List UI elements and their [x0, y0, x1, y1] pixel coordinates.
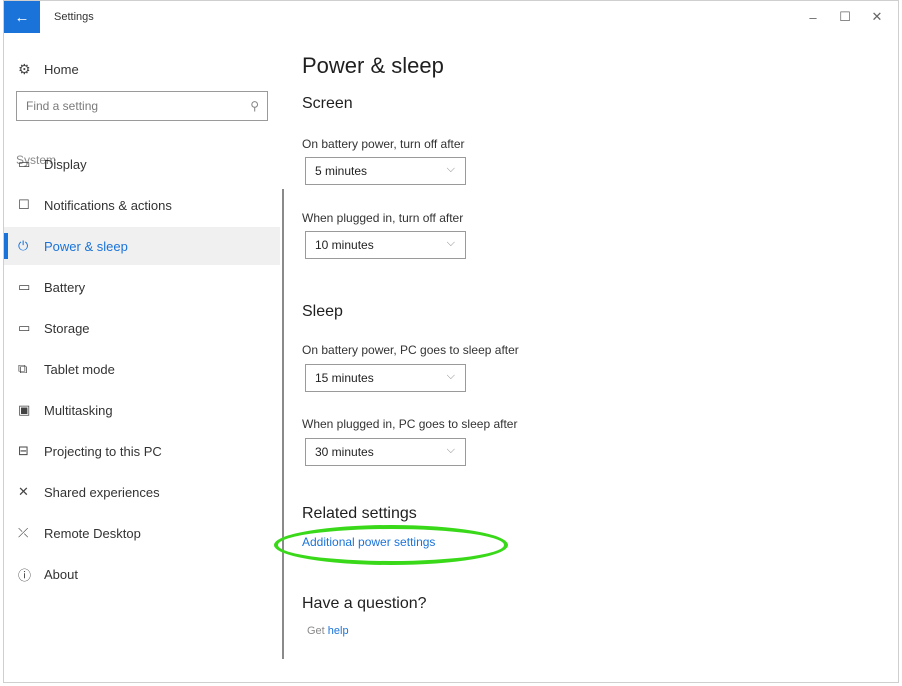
close-button[interactable]: ✕: [862, 7, 892, 27]
sidebar: ⚙ Home Find a setting ⚲ System ▭ Display ☐…: [4, 33, 280, 682]
battery-icon: ▭: [18, 279, 31, 294]
info-icon: ⓘ: [18, 567, 32, 583]
shared-experiences-icon: ✕: [18, 484, 29, 499]
gear-icon: ⚙: [18, 60, 31, 77]
window-title: Settings: [54, 11, 94, 23]
projecting-icon: ⊟: [18, 443, 29, 458]
sleep-battery-value: 15 minutes: [315, 371, 374, 385]
question-heading: Have a question?: [302, 595, 427, 612]
related-settings-heading: Related settings: [302, 505, 417, 522]
sleep-battery-label: On battery power, PC goes to sleep after: [302, 343, 519, 357]
minimize-button[interactable]: –: [798, 7, 828, 27]
sidebar-item-label: Battery: [44, 279, 86, 295]
sleep-plugged-dropdown[interactable]: 30 minutes ⌵: [305, 438, 466, 466]
sidebar-item-battery[interactable]: ▭ Battery: [4, 268, 280, 306]
screen-battery-dropdown[interactable]: 5 minutes ⌵: [305, 157, 466, 185]
sidebar-item-shared-experiences[interactable]: ✕ Shared experiences: [4, 473, 280, 511]
screen-plugged-dropdown[interactable]: 10 minutes ⌵: [305, 231, 466, 259]
chevron-down-icon: ⌵: [446, 237, 455, 249]
monitor-icon: ▭: [18, 156, 31, 171]
sidebar-item-notifications-actions[interactable]: ☐ Notifications & actions: [4, 186, 280, 224]
sidebar-item-multitasking[interactable]: ▣ Multitasking: [4, 391, 280, 429]
sidebar-item-projecting-to-this-pc[interactable]: ⊟ Projecting to this PC: [4, 432, 280, 470]
home-label: Home: [44, 61, 79, 77]
sidebar-item-label: Multitasking: [44, 402, 113, 418]
sleep-plugged-label: When plugged in, PC goes to sleep after: [302, 417, 518, 431]
search-placeholder: Find a setting: [26, 99, 99, 113]
sidebar-item-label: Power & sleep: [44, 238, 128, 254]
sidebar-item-label: Shared experiences: [44, 484, 160, 500]
storage-icon: ▭: [18, 320, 31, 335]
sidebar-item-storage[interactable]: ▭ Storage: [4, 309, 280, 347]
sidebar-item-label: Remote Desktop: [44, 525, 141, 541]
sidebar-item-remote-desktop[interactable]: ⤫ Remote Desktop: [4, 514, 280, 552]
sidebar-item-about[interactable]: ⓘ About: [4, 555, 280, 593]
power-icon: ⏻: [18, 238, 29, 253]
screen-battery-label: On battery power, turn off after: [302, 137, 465, 151]
chevron-down-icon: ⌵: [446, 444, 455, 456]
sidebar-item-label: About: [44, 566, 78, 582]
sleep-battery-dropdown[interactable]: 15 minutes ⌵: [305, 364, 466, 392]
sidebar-divider: [282, 189, 284, 659]
title-bar: ← Settings – ☐ ✕: [4, 1, 898, 33]
chevron-down-icon: ⌵: [446, 370, 455, 382]
screen-plugged-value: 10 minutes: [315, 238, 374, 252]
tablet-mode-icon: ⧉: [18, 361, 28, 376]
sidebar-item-label: Storage: [44, 320, 90, 336]
chevron-down-icon: ⌵: [446, 163, 455, 175]
back-button[interactable]: ←: [4, 1, 40, 33]
sidebar-item-label: Tablet mode: [44, 361, 115, 377]
settings-window: ← Settings – ☐ ✕ ⚙ Home Find a setting ⚲…: [3, 0, 899, 683]
search-icon: ⚲: [250, 99, 259, 113]
page-title: Power & sleep: [302, 53, 444, 78]
help-link[interactable]: help: [328, 625, 349, 637]
sidebar-item-power-sleep[interactable]: ⏻ Power & sleep: [4, 227, 280, 265]
additional-power-settings-link[interactable]: Additional power settings: [302, 535, 435, 549]
sidebar-item-label: Display: [44, 156, 87, 172]
sidebar-item-display[interactable]: ▭ Display: [4, 145, 280, 183]
remote-desktop-icon: ⤫: [18, 525, 29, 540]
message-icon: ☐: [18, 197, 30, 212]
sidebar-item-tablet-mode[interactable]: ⧉ Tablet mode: [4, 350, 280, 388]
screen-plugged-label: When plugged in, turn off after: [302, 211, 464, 225]
arrow-left-icon: ←: [14, 8, 30, 26]
sidebar-item-label: Projecting to this PC: [44, 443, 162, 459]
sleep-heading: Sleep: [302, 303, 343, 320]
sleep-plugged-value: 30 minutes: [315, 445, 374, 459]
screen-heading: Screen: [302, 95, 353, 112]
search-input[interactable]: Find a setting ⚲: [16, 91, 268, 121]
sidebar-item-label: Notifications & actions: [44, 197, 172, 213]
maximize-button[interactable]: ☐: [830, 7, 860, 27]
screen-battery-value: 5 minutes: [315, 164, 368, 178]
main-content: Power & sleep Screen On battery power, t…: [302, 33, 862, 673]
multitasking-icon: ▣: [18, 402, 31, 417]
home-nav[interactable]: ⚙ Home: [18, 59, 79, 79]
selected-indicator: [4, 233, 8, 259]
get-help: Get help: [307, 625, 349, 637]
get-text: Get: [307, 625, 325, 637]
